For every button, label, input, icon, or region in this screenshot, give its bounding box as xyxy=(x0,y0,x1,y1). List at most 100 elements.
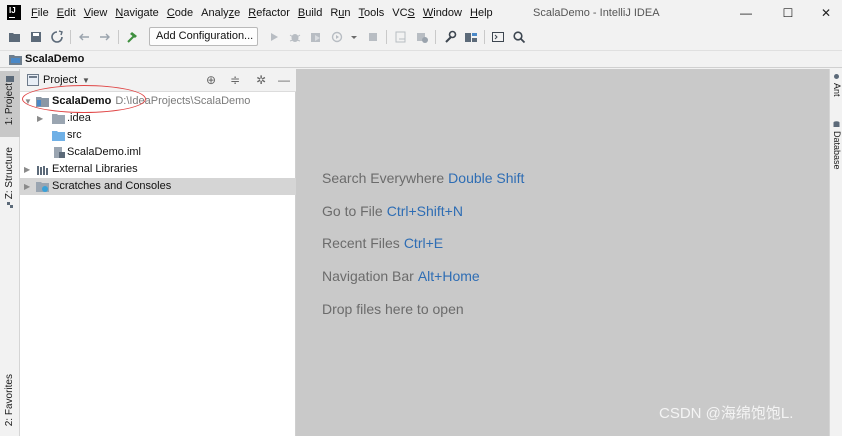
menu-edit[interactable]: Edit xyxy=(57,6,76,21)
structure-tab-icon xyxy=(7,202,13,209)
hint-shortcut: Alt+Home xyxy=(417,268,480,284)
hint-go-to-file: Go to File Ctrl+Shift+N xyxy=(322,202,463,220)
stop-icon[interactable] xyxy=(366,30,380,44)
tab-database[interactable]: Database xyxy=(830,121,842,183)
project-tool-window: Project ▼ ⊕ ≑ ✲ — ▼ ScalaDemo D:\IdeaProj… xyxy=(20,69,296,436)
project-panel-header: Project ▼ ⊕ ≑ ✲ — xyxy=(20,69,296,92)
hide-panel-icon[interactable]: — xyxy=(278,72,290,88)
coverage-icon[interactable] xyxy=(415,30,429,44)
tab-database-label: Database xyxy=(832,131,842,170)
hint-text: Search Everywhere xyxy=(322,170,445,186)
run-with-coverage-icon[interactable] xyxy=(309,30,323,44)
menu-window[interactable]: Window xyxy=(423,6,462,21)
tree-row-scalademo[interactable]: ▼ ScalaDemo D:\IdeaProjects\ScalaDemo xyxy=(20,93,296,110)
tab-project[interactable]: 1: Project xyxy=(0,71,20,137)
folder-icon xyxy=(52,114,65,124)
menu-analyze[interactable]: Analyze xyxy=(201,6,240,21)
collapsed-arrow-icon[interactable]: ▶ xyxy=(37,112,43,125)
source-folder-icon xyxy=(52,131,65,141)
project-view-selector[interactable]: Project xyxy=(43,74,77,87)
title-bar: IJ File Edit View Navigate Code Analyze Refact… xyxy=(0,0,842,26)
database-icon xyxy=(833,121,840,127)
hint-navigation-bar: Navigation Bar Alt+Home xyxy=(322,267,480,285)
libraries-icon xyxy=(37,166,48,175)
forward-arrow-icon[interactable] xyxy=(98,30,112,44)
csdn-watermark: CSDN @海绵饱饱L. xyxy=(659,405,794,422)
synchronize-icon[interactable] xyxy=(50,30,64,44)
hint-shortcut: Double Shift xyxy=(448,170,525,186)
hint-text: Navigation Bar xyxy=(322,268,414,284)
menu-run[interactable]: Run xyxy=(330,6,350,21)
run-icon[interactable] xyxy=(267,30,281,44)
hint-recent-files: Recent Files Ctrl+E xyxy=(322,234,443,252)
open-folder-icon[interactable] xyxy=(8,30,22,44)
project-folder-icon xyxy=(9,55,22,65)
maximize-button[interactable]: ☐ xyxy=(777,4,799,22)
tree-row-external-libraries[interactable]: ▶ External Libraries xyxy=(20,161,296,178)
nav-project-crumb[interactable]: ScalaDemo xyxy=(25,53,84,66)
hint-shortcut: Ctrl+E xyxy=(403,235,444,251)
collapsed-arrow-icon[interactable]: ▶ xyxy=(24,180,30,193)
profile-icon[interactable] xyxy=(331,30,345,44)
project-tab-icon xyxy=(6,76,14,82)
tab-favorites-label: 2: Favorites xyxy=(4,374,15,427)
collapse-all-icon[interactable]: ≑ xyxy=(230,72,240,88)
back-arrow-icon[interactable] xyxy=(77,30,91,44)
editor-empty-area: Search Everywhere Double Shift Go to File… xyxy=(296,69,829,436)
attach-debugger-icon[interactable] xyxy=(394,30,408,44)
right-tool-window-strip: Ant Database xyxy=(829,69,842,436)
chevron-down-icon[interactable] xyxy=(347,30,361,44)
tree-row-scratches[interactable]: ▶ Scratches and Consoles xyxy=(20,178,296,195)
tree-row-src[interactable]: src xyxy=(20,127,296,144)
module-folder-icon xyxy=(36,97,49,107)
tab-favorites[interactable]: 2: Favorites xyxy=(0,374,20,436)
hint-shortcut: Ctrl+Shift+N xyxy=(386,203,463,219)
tree-row-idea[interactable]: ▶ .idea xyxy=(20,110,296,127)
tree-label-external-libraries: External Libraries xyxy=(52,163,138,175)
expanded-arrow-icon[interactable]: ▼ xyxy=(24,95,32,108)
tree-row-iml[interactable]: ScalaDemo.iml xyxy=(20,144,296,161)
locate-crosshair-icon[interactable]: ⊕ xyxy=(206,72,216,88)
tab-structure[interactable]: Z: Structure xyxy=(0,147,20,213)
hint-search-everywhere: Search Everywhere Double Shift xyxy=(322,169,524,187)
collapsed-arrow-icon[interactable]: ▶ xyxy=(24,163,30,176)
minimize-button[interactable]: — xyxy=(735,4,757,22)
menu-tools[interactable]: Tools xyxy=(359,6,385,21)
toolbar-separator xyxy=(435,30,436,44)
terminal-icon[interactable] xyxy=(491,30,505,44)
build-hammer-icon[interactable] xyxy=(126,30,140,44)
close-button[interactable]: ✕ xyxy=(815,4,837,22)
toolbar-separator xyxy=(484,30,485,44)
tree-label-idea: .idea xyxy=(67,112,91,124)
debug-icon[interactable] xyxy=(288,30,302,44)
menu-code[interactable]: Code xyxy=(167,6,193,21)
menu-navigate[interactable]: Navigate xyxy=(115,6,158,21)
menu-vcs[interactable]: VCS xyxy=(392,6,415,21)
tree-label-src: src xyxy=(67,129,82,141)
chevron-down-icon[interactable]: ▼ xyxy=(82,74,90,87)
add-configuration-button[interactable]: Add Configuration... xyxy=(149,27,258,46)
gear-icon[interactable]: ✲ xyxy=(256,72,266,88)
menu-file[interactable]: File xyxy=(31,6,49,21)
main-toolbar: Add Configuration... xyxy=(0,26,842,48)
tree-label-text: ScalaDemo xyxy=(52,95,112,107)
save-all-icon[interactable] xyxy=(29,30,43,44)
tab-ant[interactable]: Ant xyxy=(830,73,842,113)
menu-view[interactable]: View xyxy=(84,6,108,21)
toolbar-separator xyxy=(118,30,119,44)
wrench-settings-icon[interactable] xyxy=(443,30,457,44)
hint-text: Go to File xyxy=(322,203,383,219)
menu-refactor[interactable]: Refactor xyxy=(248,6,290,21)
main-menu: File Edit View Navigate Code Analyze Refactor B… xyxy=(31,6,501,21)
project-view-icon xyxy=(27,74,39,86)
ant-icon xyxy=(834,74,839,79)
navigation-bar: ScalaDemo xyxy=(0,50,842,68)
toolbar-separator xyxy=(70,30,71,44)
project-structure-icon[interactable] xyxy=(464,30,478,44)
window-title: ScalaDemo - IntelliJ IDEA xyxy=(533,7,660,19)
search-icon[interactable] xyxy=(512,30,526,44)
tab-ant-label: Ant xyxy=(832,83,842,97)
menu-build[interactable]: Build xyxy=(298,6,322,21)
menu-help[interactable]: Help xyxy=(470,6,493,21)
iml-file-icon xyxy=(54,147,65,158)
